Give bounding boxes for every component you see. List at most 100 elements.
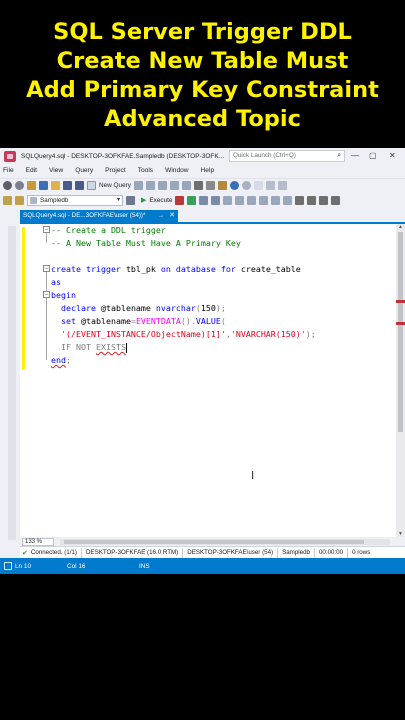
collapse-icon[interactable]: − [43,291,50,298]
redo-icon[interactable] [241,181,251,190]
error-marker [396,322,405,325]
collapse-icon[interactable]: − [43,226,50,233]
new-project-icon[interactable] [27,181,36,190]
debug-icon[interactable] [126,195,135,205]
results-file-icon[interactable] [283,195,293,205]
results-grid-icon[interactable] [271,195,281,205]
paste-icon[interactable] [217,181,227,190]
pin-icon[interactable]: → [158,210,164,222]
menu-help[interactable]: Help [201,167,215,174]
save-all-icon[interactable] [75,181,84,190]
connect-icon[interactable] [3,195,12,205]
scroll-up-icon[interactable]: ▲ [398,224,403,230]
zoom-select[interactable]: 133 % [22,537,54,546]
close-tab-icon[interactable]: ✕ [169,210,175,222]
copy-icon[interactable] [205,181,215,190]
client-stats-icon[interactable] [247,195,257,205]
menu-query[interactable]: Query [75,167,93,174]
query-db-icon-1[interactable] [133,181,143,190]
new-query-icon[interactable] [87,181,96,190]
save-icon[interactable] [63,181,72,190]
banner-line-1: SQL Server Trigger DDL [53,19,352,45]
new-query-button[interactable]: New Query [99,182,131,189]
side-panel-strip[interactable] [8,226,16,540]
separator [347,547,349,558]
code-line-5: as [51,277,61,287]
close-window-icon[interactable]: ✕ [389,151,396,160]
code-line-9: '(/EVENT_INSTANCE/ObjectName)[1]','NVARC… [61,329,316,339]
comment-icon[interactable] [295,195,305,205]
mouse-ibeam-cursor: I [251,469,255,482]
include-plan-icon[interactable] [235,195,245,205]
execute-label: Execute [149,196,173,204]
outdent-icon[interactable] [331,195,341,205]
window-title: SQLQuery4.sql - DESKTOP-3OFKFAE.Sampledb… [21,152,225,160]
cancel-query-icon[interactable] [175,195,185,205]
menu-tools[interactable]: Tools [138,167,153,174]
collapse-icon[interactable]: − [43,265,50,272]
title-bar: SQLQuery4.sql - DESKTOP-3OFKFAE.Sampledb… [0,148,405,164]
quick-launch-input[interactable]: Quick Launch (Ctrl+Q) ⌕ [229,150,345,162]
standard-toolbar: New Query [0,178,405,192]
document-tab-strip: SQLQuery4.sql - DE...3OFKFAE\user (54))*… [0,210,405,222]
banner-line-2: Create New Table Must [56,48,349,74]
results-text-icon[interactable] [259,195,269,205]
database-name: Sampledb [282,549,310,556]
ssms-app-icon [4,150,16,162]
query-db-icon-3[interactable] [157,181,167,190]
fold-guide [46,233,47,243]
misc-tool-icon-2[interactable] [265,181,275,190]
tab-sqlquery4[interactable]: SQLQuery4.sql - DE...3OFKFAE\user (54))*… [20,210,178,222]
menu-file[interactable]: File [3,167,14,174]
back-icon[interactable] [3,181,12,190]
code-line-7: declare @tablename nvarchar(150); [61,303,226,313]
misc-tool-icon-3[interactable] [277,181,287,190]
menu-view[interactable]: View [49,167,63,174]
insert-mode: INS [139,562,150,570]
change-connection-icon[interactable] [15,195,24,205]
elapsed-time: 00:00:00 [318,549,344,556]
undo-icon[interactable] [229,181,239,190]
execute-button[interactable]: ▶ Execute [141,196,173,205]
forward-icon[interactable] [15,181,24,190]
query-status-bar: ✔ Connected. (1/1) DESKTOP-3OFKFAE (16.0… [20,546,405,558]
banner-line-3: Add Primary Key Constraint [26,77,379,103]
text-cursor [125,342,127,353]
error-marker [396,300,405,303]
misc-tool-icon-1[interactable] [253,181,263,190]
minimize-icon[interactable]: — [351,151,359,160]
scroll-thumb[interactable] [398,232,403,432]
indent-icon[interactable] [319,195,329,205]
open-icon[interactable] [51,181,60,190]
horizontal-scroll-thumb[interactable] [64,539,364,544]
query-db-icon-4[interactable] [169,181,179,190]
database-select[interactable]: Sampledb ▾ [27,194,123,206]
database-icon [30,196,37,204]
parse-icon[interactable] [187,195,197,205]
code-line-10: IF NOT EXISTS [61,342,127,353]
tab-label: SQLQuery4.sql - DE...3OFKFAE\user (54))* [23,212,146,219]
query-options-icon[interactable] [211,195,221,205]
estimated-plan-icon[interactable] [199,195,209,205]
cut-icon[interactable] [193,181,203,190]
banner-line-4: Advanced Topic [104,106,301,132]
code-line-8: set @tablename=EVENTDATA().VALUE( [61,316,226,326]
search-icon: ⌕ [337,152,341,159]
new-file-icon[interactable] [39,181,48,190]
zoom-bar: 133 % [20,537,405,546]
video-title-banner: SQL Server Trigger DDL Create New Table … [0,0,405,148]
menu-project[interactable]: Project [105,167,126,174]
intellisense-icon[interactable] [223,195,233,205]
query-db-icon-2[interactable] [145,181,155,190]
uncomment-icon[interactable] [307,195,317,205]
user-name: DESKTOP-3OFKFAE\user (54) [187,549,274,556]
menu-window[interactable]: Window [165,167,188,174]
menu-edit[interactable]: Edit [26,167,37,174]
query-editor[interactable]: − − − -- Create a DDL trigger -- A New T… [20,224,396,537]
query-db-icon-5[interactable] [181,181,191,190]
editor-vertical-scrollbar[interactable]: ▲ ▼ [396,224,405,537]
code-line-11: end; [51,355,71,365]
server-name: DESKTOP-3OFKFAE (16.0 RTM) [85,549,179,556]
maximize-icon[interactable]: ▢ [369,151,377,160]
editor-horizontal-scrollbar[interactable] [60,538,390,545]
